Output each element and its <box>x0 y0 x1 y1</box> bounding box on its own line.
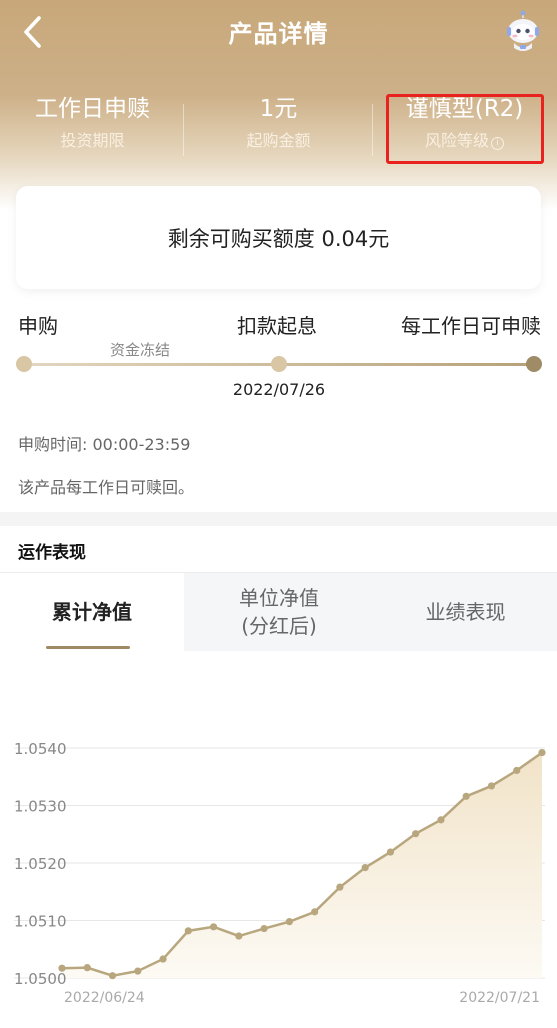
data-point <box>83 964 91 972</box>
data-point <box>487 782 496 790</box>
timeline-dot <box>526 356 542 372</box>
stat-label: 起购金额 <box>246 131 311 150</box>
x-end-label: 2022/07/21 <box>459 990 540 1006</box>
stat-label: 投资期限 <box>60 131 125 150</box>
y-tick-label: 1.0520 <box>14 855 67 873</box>
y-tick-label: 1.0540 <box>14 740 67 758</box>
data-point <box>513 766 521 775</box>
data-point <box>361 864 369 872</box>
step-subscribe: 申购 <box>18 314 58 338</box>
data-point <box>311 908 319 916</box>
data-point <box>462 792 470 800</box>
section-separator <box>0 512 557 526</box>
chart-area <box>62 752 542 978</box>
top-bar: 产品详情 <box>0 0 557 64</box>
data-point <box>184 927 192 935</box>
data-point <box>260 924 268 933</box>
highlight-box <box>386 94 544 164</box>
data-point <box>159 955 167 963</box>
y-tick-label: 1.0510 <box>14 913 67 931</box>
data-point <box>108 972 117 980</box>
data-point <box>437 816 445 824</box>
assistant-button[interactable] <box>503 10 543 54</box>
y-tick-label: 1.0530 <box>14 798 67 816</box>
data-point <box>412 830 420 838</box>
stat-value: 工作日申赎 <box>35 96 150 122</box>
data-point <box>285 918 293 926</box>
data-point <box>538 749 546 757</box>
data-point <box>235 932 243 940</box>
purchase-process: 申购 扣款起息 每工作日可申赎 资金冻结 2022/07/26 <box>0 306 557 416</box>
x-start-label: 2022/06/24 <box>64 990 145 1006</box>
quota-card: 剩余可购买额度 0.04元 <box>16 186 541 289</box>
step-deduct-interest: 扣款起息 <box>237 314 317 338</box>
timeline-dot <box>271 356 287 372</box>
purchase-time: 申购时间: 00:00-23:59 <box>18 435 191 454</box>
stat-min-purchase: 1元 起购金额 <box>186 92 371 156</box>
stat-divider <box>183 104 184 156</box>
data-point <box>386 848 395 856</box>
tab-cumulative-nav[interactable]: 累计净值 <box>0 573 184 651</box>
robot-assistant-icon <box>507 10 539 51</box>
stat-investment-term: 工作日申赎 投资期限 <box>0 92 185 156</box>
nav-chart-svg: 1.0540 1.0530 1.0520 1.0510 1.0500 2022/06/24… <box>14 740 546 1006</box>
quota-text: 剩余可购买额度 0.04元 <box>167 226 390 251</box>
stat-value: 1元 <box>259 96 298 122</box>
step-date: 2022/07/26 <box>232 380 326 399</box>
page-title: 产品详情 <box>228 20 329 48</box>
timeline-dot <box>16 356 32 372</box>
data-point <box>336 883 344 891</box>
data-point <box>134 967 142 975</box>
step-daily-redeem: 每工作日可申赎 <box>401 314 541 338</box>
step-sub-label: 资金冻结 <box>110 341 171 359</box>
active-tab-indicator <box>46 646 130 649</box>
tab-performance[interactable]: 业绩表现 <box>374 573 557 651</box>
redeem-note: 该产品每工作日可赎回。 <box>18 478 195 497</box>
section-title: 运作表现 <box>18 543 86 563</box>
y-tick-label: 1.0500 <box>14 970 67 988</box>
data-point <box>209 923 218 931</box>
performance-tabs: 累计净值 单位净值 (分红后) 业绩表现 <box>0 572 557 651</box>
tab-unit-nav[interactable]: 单位净值 (分红后) <box>184 573 374 651</box>
nav-chart: 1.0540 1.0530 1.0520 1.0510 1.0500 2022/06/24… <box>0 700 557 1020</box>
